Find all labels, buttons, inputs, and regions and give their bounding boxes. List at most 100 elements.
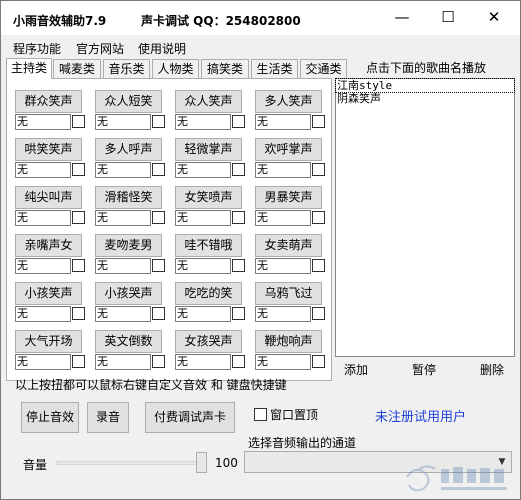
hotkey-field[interactable]: 无 [15,354,71,370]
hotkey-field[interactable]: 无 [175,162,231,178]
hotkey-checkbox[interactable] [232,259,245,272]
hotkey-checkbox[interactable] [232,115,245,128]
hotkey-checkbox[interactable] [232,163,245,176]
menu-help[interactable]: 使用说明 [138,40,186,57]
hotkey-field[interactable]: 无 [255,162,311,178]
menu-website[interactable]: 官方网站 [76,40,124,57]
hotkey-field[interactable]: 无 [15,162,71,178]
tab-life[interactable]: 生活类 [251,59,298,78]
delete-song-button[interactable]: 删除 [477,360,507,381]
sound-button[interactable]: 乌鸦飞过 [255,282,322,305]
sound-button[interactable]: 众人笑声 [175,90,242,113]
hotkey-field[interactable]: 无 [95,258,151,274]
sound-button[interactable]: 轻微掌声 [175,138,242,161]
tab-host[interactable]: 主持类 [6,58,52,79]
sound-button[interactable]: 滑稽怪笑 [95,186,162,209]
pause-song-button[interactable]: 暂停 [409,360,439,381]
sound-button[interactable]: 女笑喷声 [175,186,242,209]
hotkey-checkbox[interactable] [152,163,165,176]
song-list[interactable]: 江南style 阴森笑声 [335,78,515,357]
tab-traffic[interactable]: 交通类 [300,59,347,78]
hotkey-checkbox[interactable] [312,259,325,272]
record-button[interactable]: 录音 [87,402,129,433]
hotkey-field[interactable]: 无 [95,354,151,370]
hotkey-checkbox[interactable] [312,115,325,128]
sound-button[interactable]: 众人短笑 [95,90,162,113]
song-item[interactable]: 江南style [335,78,515,93]
hotkey-checkbox[interactable] [232,211,245,224]
hotkey-checkbox[interactable] [72,115,85,128]
sound-button[interactable]: 多人笑声 [255,90,322,113]
tab-music[interactable]: 音乐类 [103,59,150,78]
topmost-checkbox[interactable] [254,408,267,421]
hotkey-field[interactable]: 无 [95,306,151,322]
topmost-toggle[interactable]: 窗口置顶 [254,406,318,423]
hotkey-field[interactable]: 无 [175,306,231,322]
sound-button[interactable]: 男暴笑声 [255,186,322,209]
hotkey-field[interactable]: 无 [175,210,231,226]
stop-sound-button[interactable]: 停止音效 [21,402,79,433]
minimize-button[interactable]: — [379,1,425,33]
sound-button[interactable]: 多人呼声 [95,138,162,161]
hotkey-checkbox[interactable] [72,355,85,368]
sound-button[interactable]: 麦吻麦男 [95,234,162,257]
hotkey-field[interactable]: 无 [95,210,151,226]
hotkey-field[interactable]: 无 [15,306,71,322]
sound-button[interactable]: 哇不错哦 [175,234,242,257]
tab-people[interactable]: 人物类 [152,59,199,78]
hotkey-field[interactable]: 无 [15,114,71,130]
hotkey-field[interactable]: 无 [255,354,311,370]
registration-status: 未注册试用用户 [375,410,467,425]
hotkey-checkbox[interactable] [72,307,85,320]
sound-button[interactable]: 大气开场 [15,330,82,353]
sound-button[interactable]: 女孩哭声 [175,330,242,353]
sound-button[interactable]: 哄笑笑声 [15,138,82,161]
sound-button[interactable]: 鞭炮响声 [255,330,322,353]
sound-button[interactable]: 小孩哭声 [95,282,162,305]
volume-slider-thumb[interactable] [196,452,207,473]
hotkey-field[interactable]: 无 [255,210,311,226]
hotkey-field[interactable]: 无 [255,306,311,322]
sound-button[interactable]: 群众笑声 [15,90,82,113]
hotkey-checkbox[interactable] [72,211,85,224]
hotkey-checkbox[interactable] [232,307,245,320]
hotkey-field[interactable]: 无 [15,258,71,274]
volume-slider-track[interactable] [56,461,204,465]
close-button[interactable]: ✕ [471,1,517,33]
hotkey-checkbox[interactable] [312,307,325,320]
sound-button[interactable]: 吃吃的笑 [175,282,242,305]
hotkey-checkbox[interactable] [152,307,165,320]
sound-button[interactable]: 英文倒数 [95,330,162,353]
hotkey-checkbox[interactable] [72,259,85,272]
tab-mc[interactable]: 喊麦类 [53,59,101,78]
hotkey-checkbox[interactable] [312,211,325,224]
maximize-button[interactable]: ☐ [425,1,471,33]
hotkey-checkbox[interactable] [72,163,85,176]
tab-funny[interactable]: 搞笑类 [201,59,249,78]
sound-button[interactable]: 女卖萌声 [255,234,322,257]
song-item[interactable]: 阴森笑声 [336,92,514,105]
hotkey-checkbox[interactable] [152,355,165,368]
hotkey-checkbox[interactable] [152,211,165,224]
hotkey-field[interactable]: 无 [175,114,231,130]
paid-tuning-button[interactable]: 付费调试声卡 [145,402,235,433]
hotkey-field[interactable]: 无 [95,162,151,178]
hotkey-checkbox[interactable] [152,259,165,272]
sound-button[interactable]: 亲嘴声女 [15,234,82,257]
hotkey-field[interactable]: 无 [255,258,311,274]
hotkey-checkbox[interactable] [312,163,325,176]
hotkey-field[interactable]: 无 [255,114,311,130]
hotkey-field[interactable]: 无 [95,114,151,130]
sound-button[interactable]: 小孩笑声 [15,282,82,305]
menu-program[interactable]: 程序功能 [13,40,61,57]
sound-button[interactable]: 欢呼掌声 [255,138,322,161]
hotkey-field[interactable]: 无 [175,354,231,370]
maximize-icon: ☐ [441,8,455,26]
hotkey-field[interactable]: 无 [15,210,71,226]
add-song-button[interactable]: 添加 [341,360,371,381]
hotkey-checkbox[interactable] [152,115,165,128]
hotkey-field[interactable]: 无 [175,258,231,274]
hotkey-checkbox[interactable] [312,355,325,368]
hotkey-checkbox[interactable] [232,355,245,368]
sound-button[interactable]: 纯尖叫声 [15,186,82,209]
